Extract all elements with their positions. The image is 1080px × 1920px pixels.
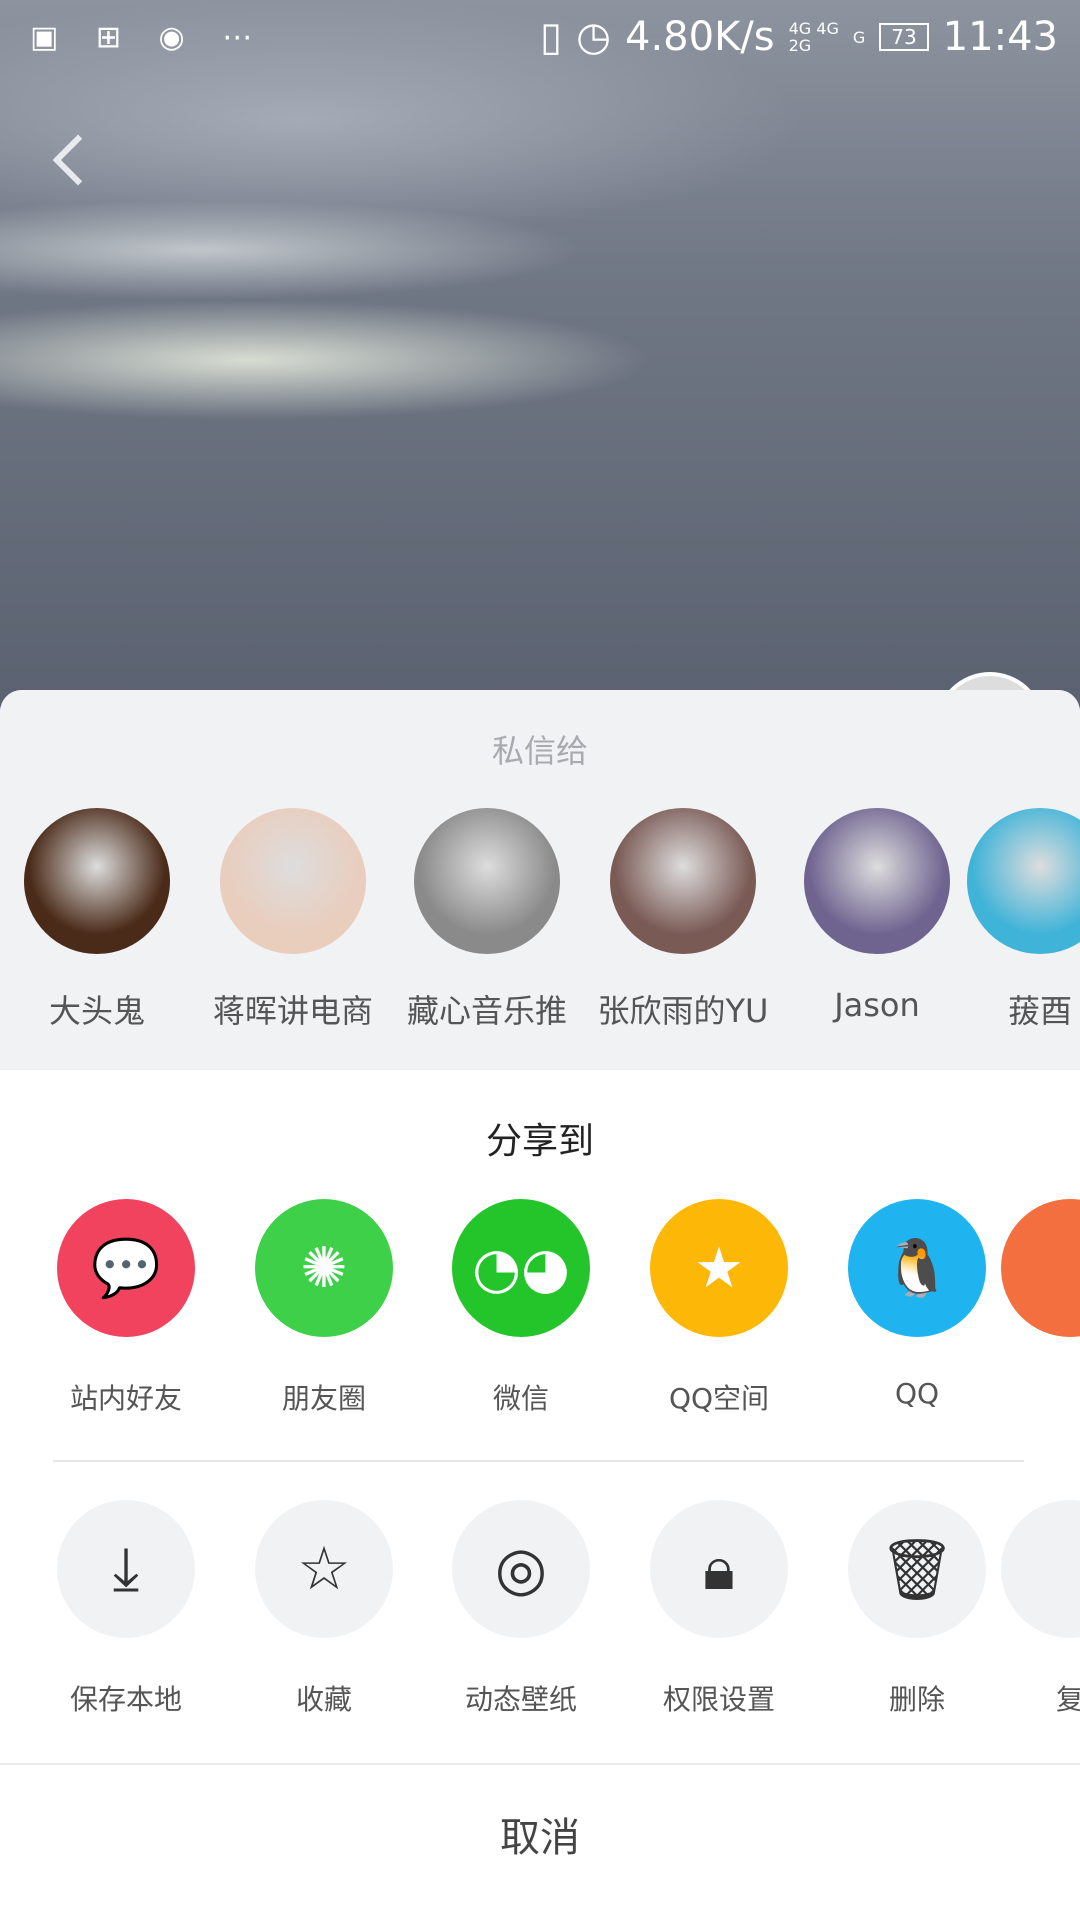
- action-label: 动态壁纸: [464, 1683, 577, 1716]
- alarm-icon: ◷: [576, 14, 611, 60]
- share-label: 朋友圈: [281, 1382, 366, 1415]
- cancel-button[interactable]: 取消: [0, 1763, 1080, 1920]
- copy-icon: [1001, 1500, 1080, 1638]
- signal-sim2: G: [852, 27, 866, 47]
- action-label: 复: [1055, 1683, 1080, 1716]
- contact-item[interactable]: 菝酉: [942, 808, 1080, 1032]
- action-item[interactable]: ☆ 收藏: [225, 1500, 423, 1718]
- dm-title: 私信给: [491, 732, 588, 770]
- share-item[interactable]: 💬 站内好友: [27, 1199, 225, 1417]
- contact-avatar: [967, 808, 1080, 954]
- direct-message-section: 私信给 大头鬼 蒋晖讲电商 藏心音乐推 张欣雨的YU Jason 菝酉: [0, 690, 1080, 1070]
- clock: 11:43: [942, 14, 1058, 60]
- contact-name: 张欣雨的YU: [597, 992, 769, 1030]
- contact-avatar: [220, 808, 366, 954]
- share-title: 分享到: [485, 1121, 594, 1162]
- download-icon: ⤓: [57, 1500, 195, 1638]
- share-item[interactable]: ★ QQ空间: [620, 1199, 818, 1417]
- action-label: 保存本地: [69, 1683, 182, 1716]
- contact-name: 菝酉: [1007, 992, 1072, 1030]
- share-label: 站内好友: [69, 1382, 182, 1415]
- qzone-star-icon: ★: [650, 1199, 788, 1337]
- action-label: 权限设置: [662, 1683, 775, 1716]
- contact-avatar: [804, 808, 950, 954]
- contact-name: 蒋晖讲电商: [212, 992, 373, 1030]
- live-wallpaper-icon: ◎: [452, 1500, 590, 1638]
- contact-avatar: [24, 808, 170, 954]
- lock-icon: 🔒︎: [650, 1500, 788, 1638]
- contact-name: 藏心音乐推: [406, 992, 567, 1030]
- network-speed: 4.80K/s: [625, 14, 775, 60]
- action-item[interactable]: 复: [971, 1500, 1080, 1718]
- action-item[interactable]: ⤓ 保存本地: [27, 1500, 225, 1718]
- action-item[interactable]: 🔒︎ 权限设置: [620, 1500, 818, 1718]
- contact-item[interactable]: 张欣雨的YU: [585, 808, 781, 1032]
- share-item[interactable]: ✺ 朋友圈: [225, 1199, 423, 1417]
- notification-icons: ▣ ⊞ ◉ ⋯: [30, 20, 267, 55]
- contact-item[interactable]: 大头鬼: [0, 808, 195, 1032]
- wechat-icon: ◔◕: [452, 1199, 590, 1337]
- signal-sim1: 4G 4G 2G: [788, 19, 839, 55]
- contact-item[interactable]: 蒋晖讲电商: [195, 808, 391, 1032]
- contact-name: 大头鬼: [48, 992, 145, 1030]
- contact-item[interactable]: 藏心音乐推: [389, 808, 585, 1032]
- share-label: 微信: [492, 1382, 549, 1415]
- contact-avatar: [610, 808, 756, 954]
- action-item[interactable]: ◎ 动态壁纸: [422, 1500, 620, 1718]
- qq-penguin-icon: 🐧: [848, 1199, 986, 1337]
- background-image: [0, 0, 1080, 720]
- share-label: QQ: [894, 1377, 940, 1410]
- share-item[interactable]: ◔◕ 微信: [422, 1199, 620, 1417]
- status-bar: ▣ ⊞ ◉ ⋯ ▯ ◷ 4.80K/s 4G 4G 2G G 73 11:43: [0, 0, 1080, 75]
- share-item[interactable]: [971, 1199, 1080, 1377]
- moments-icon: ✺: [255, 1199, 393, 1337]
- trash-icon: 🗑︎: [848, 1500, 986, 1638]
- contact-avatar: [414, 808, 560, 954]
- chat-bubble-icon: 💬: [57, 1199, 195, 1337]
- star-icon: ☆: [255, 1500, 393, 1638]
- share-sheet: 私信给 大头鬼 蒋晖讲电商 藏心音乐推 张欣雨的YU Jason 菝酉 分享到 💬 站内好友…: [0, 690, 1080, 1920]
- battery-indicator: 73: [879, 23, 929, 51]
- vibrate-icon: ▯: [540, 14, 563, 60]
- action-label: 收藏: [295, 1683, 352, 1716]
- share-label: QQ空间: [668, 1382, 770, 1415]
- divider: [53, 1460, 1024, 1462]
- weibo-icon: [1001, 1199, 1080, 1337]
